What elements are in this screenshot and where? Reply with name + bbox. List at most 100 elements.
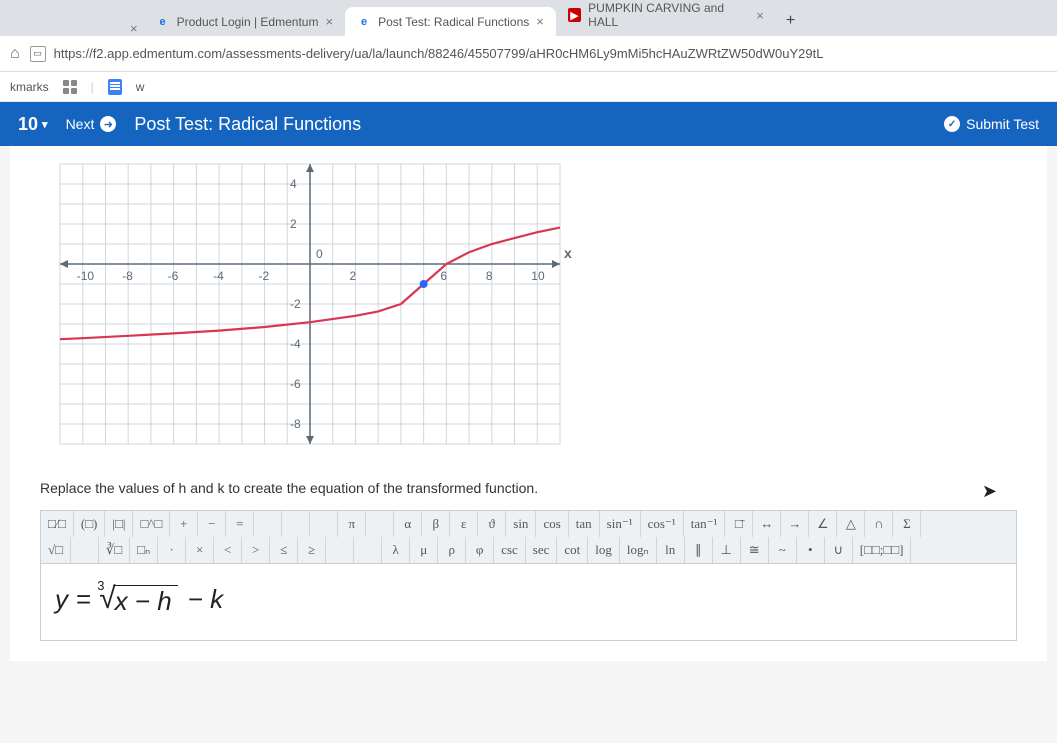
toolbar-button[interactable] [326, 537, 354, 563]
svg-text:-6: -6 [290, 377, 301, 391]
toolbar-button[interactable]: > [242, 537, 270, 563]
toolbar-button[interactable]: (□) [74, 511, 106, 537]
bookmarks-bar: kmarks | w [0, 72, 1057, 102]
toolbar-button[interactable]: ⊥ [713, 537, 741, 563]
site-info-icon[interactable]: ▭ [30, 46, 46, 62]
toolbar-button[interactable]: cot [557, 537, 588, 563]
toolbar-button[interactable]: △ [837, 511, 865, 537]
tab-pumpkin[interactable]: ▶ PUMPKIN CARVING and HALL × [556, 0, 776, 36]
toolbar-button[interactable]: sin⁻¹ [600, 511, 641, 537]
toolbar-button[interactable]: log [588, 537, 620, 563]
toolbar-button[interactable] [354, 537, 382, 563]
graph: x-10-8-6-4-22681042-2-4-6-80 [40, 154, 580, 464]
toolbar-button[interactable]: ∥ [685, 537, 713, 563]
svg-text:2: 2 [349, 269, 356, 283]
toolbar-button[interactable]: sec [526, 537, 558, 563]
svg-text:-10: -10 [77, 269, 95, 283]
toolbar-button[interactable]: ≅ [741, 537, 769, 563]
toolbar-button[interactable]: sin [506, 511, 536, 537]
toolbar-button[interactable]: × [186, 537, 214, 563]
tab-product-login[interactable]: e Product Login | Edmentum × [144, 7, 345, 36]
svg-text:6: 6 [440, 269, 447, 283]
svg-text:-2: -2 [259, 269, 270, 283]
svg-text:-2: -2 [290, 297, 301, 311]
toolbar-button[interactable]: □̄ [725, 511, 753, 537]
toolbar-button[interactable]: = [226, 511, 254, 537]
toolbar-button[interactable] [310, 511, 338, 537]
toolbar-button[interactable]: ϑ [478, 511, 506, 537]
toolbar-button[interactable]: √□ [41, 537, 71, 563]
url-text: https://f2.app.edmentum.com/assessments-… [54, 46, 824, 61]
toolbar-button[interactable]: ρ [438, 537, 466, 563]
toolbar-button[interactable]: tan⁻¹ [684, 511, 726, 537]
browser-tab-bar: × e Product Login | Edmentum × e Post Te… [0, 0, 1057, 36]
toolbar-button[interactable]: □⁄□ [41, 511, 74, 537]
toolbar-button[interactable]: cos [536, 511, 568, 537]
home-icon[interactable]: ⌂ [10, 45, 20, 63]
svg-text:2: 2 [290, 217, 297, 231]
question-number-dropdown[interactable]: 10 ▾ [18, 114, 48, 135]
svg-text:0: 0 [316, 247, 323, 261]
toolbar-button[interactable]: □^□ [133, 511, 170, 537]
toolbar-button[interactable]: |□| [105, 511, 133, 537]
toolbar-button[interactable]: + [170, 511, 198, 537]
question-prompt: Replace the values of h and k to create … [40, 480, 1017, 496]
toolbar-button[interactable]: ∛□ [99, 537, 130, 563]
toolbar-button[interactable]: → [781, 511, 809, 537]
svg-text:-8: -8 [290, 417, 301, 431]
close-icon[interactable]: × [325, 14, 333, 29]
close-icon[interactable]: × [536, 14, 544, 29]
toolbar-button[interactable]: ε [450, 511, 478, 537]
toolbar-button[interactable]: · [158, 537, 186, 563]
toolbar-button[interactable] [366, 511, 394, 537]
toolbar-button[interactable]: ∪ [825, 537, 853, 563]
svg-text:4: 4 [290, 177, 297, 191]
toolbar-button[interactable]: λ [382, 537, 410, 563]
test-header: 10 ▾ Next ➜ Post Test: Radical Functions… [0, 102, 1057, 146]
toolbar-button[interactable] [282, 511, 310, 537]
new-tab-button[interactable]: + [776, 6, 805, 36]
toolbar-button[interactable]: ln [657, 537, 685, 563]
svg-text:-6: -6 [168, 269, 179, 283]
toolbar-button[interactable]: φ [466, 537, 494, 563]
tab-label: Post Test: Radical Functions [378, 15, 529, 29]
toolbar-button[interactable]: α [394, 511, 422, 537]
toolbar-button[interactable] [254, 511, 282, 537]
toolbar-button[interactable]: − [198, 511, 226, 537]
toolbar-button[interactable]: ∩ [865, 511, 893, 537]
apps-grid-icon[interactable] [63, 80, 77, 94]
next-button[interactable]: Next ➜ [66, 116, 117, 132]
toolbar-button[interactable]: logₙ [620, 537, 657, 563]
toolbar-button[interactable]: ↔ [753, 511, 781, 537]
answer-input[interactable]: y = 3 √ x − h − k [40, 564, 1017, 641]
bookmark-item[interactable]: w [136, 80, 145, 94]
url-box[interactable]: ▭ https://f2.app.edmentum.com/assessment… [30, 46, 1047, 62]
toolbar-button[interactable]: ≤ [270, 537, 298, 563]
close-icon[interactable]: × [130, 21, 138, 36]
toolbar-button[interactable]: cos⁻¹ [641, 511, 684, 537]
toolbar-button[interactable]: [□□;□□] [853, 537, 912, 563]
toolbar-button[interactable]: < [214, 537, 242, 563]
close-icon[interactable]: × [756, 8, 764, 23]
toolbar-button[interactable]: ~ [769, 537, 797, 563]
toolbar-button[interactable]: ∠ [809, 511, 837, 537]
toolbar-button[interactable]: csc [494, 537, 526, 563]
toolbar-button[interactable]: π [338, 511, 366, 537]
edmentum-favicon: e [156, 15, 170, 29]
toolbar-button[interactable] [71, 537, 99, 563]
toolbar-button[interactable]: β [422, 511, 450, 537]
equation-display: y = 3 √ x − h − k [55, 582, 1002, 616]
tab-post-test[interactable]: e Post Test: Radical Functions × [345, 7, 556, 36]
submit-test-button[interactable]: ✓ Submit Test [944, 116, 1039, 132]
svg-text:8: 8 [486, 269, 493, 283]
toolbar-button[interactable]: tan [569, 511, 600, 537]
doc-icon[interactable] [108, 79, 122, 95]
arrow-right-icon: ➜ [100, 116, 116, 132]
svg-text:-8: -8 [122, 269, 133, 283]
toolbar-button[interactable]: ≥ [298, 537, 326, 563]
toolbar-button[interactable]: □ₙ [130, 537, 158, 563]
toolbar-button[interactable]: μ [410, 537, 438, 563]
chevron-down-icon: ▾ [42, 118, 48, 131]
toolbar-button[interactable]: • [797, 537, 825, 563]
toolbar-button[interactable]: Σ [893, 511, 921, 537]
